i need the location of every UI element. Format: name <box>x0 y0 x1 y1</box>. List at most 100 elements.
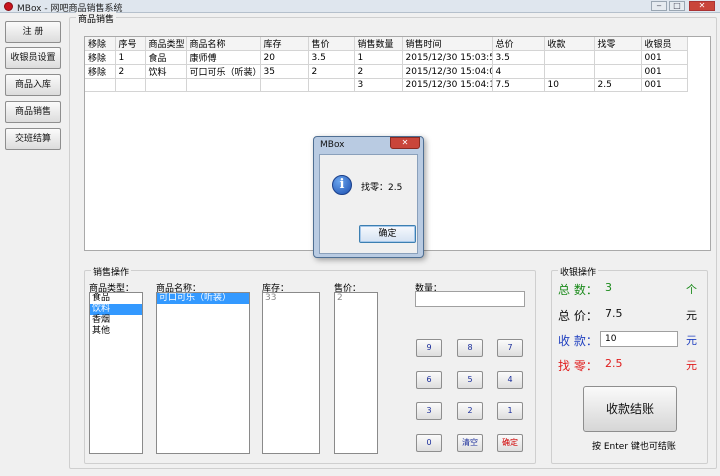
change-unit: 元 <box>686 359 697 372</box>
grid-header-row: 移除 序号 商品类型 商品名称 库存 售价 销售数量 销售时间 总价 收款 找零… <box>85 37 688 51</box>
list-item[interactable]: 食品 <box>90 293 142 304</box>
received-unit: 元 <box>686 334 697 347</box>
checkout-button[interactable]: 收款结账 <box>583 386 677 432</box>
keypad-3-button[interactable]: 3 <box>416 402 442 420</box>
keypad-0-button[interactable]: 0 <box>416 434 442 452</box>
price-value: 2 <box>337 293 343 303</box>
table-cell: 食品 <box>145 50 187 65</box>
stock-value: 33 <box>265 293 277 303</box>
sales-table: 移除 序号 商品类型 商品名称 库存 售价 销售数量 销售时间 总价 收款 找零… <box>85 37 688 92</box>
dialog-title: MBox <box>320 140 345 150</box>
column-header[interactable]: 找零 <box>594 37 642 51</box>
table-cell: 001 <box>641 64 688 79</box>
table-cell: 1 <box>354 50 403 65</box>
table-cell: 3.5 <box>492 50 545 65</box>
sidebar-item-register[interactable]: 注 册 <box>5 21 61 43</box>
received-input[interactable]: 10 <box>600 331 678 347</box>
sidebar-item-shift-settlement[interactable]: 交班结算 <box>5 128 61 150</box>
sidebar-item-sales[interactable]: 商品销售 <box>5 101 61 123</box>
table-cell <box>308 78 355 92</box>
table-cell <box>544 64 595 79</box>
total-count-label: 总 数： <box>558 283 598 297</box>
table-row-summary[interactable]: 3 2015/12/30 15:04:12 7.5 10 2.5 001 <box>85 78 688 92</box>
table-cell: 2015/12/30 15:04:00 <box>402 64 493 79</box>
close-button[interactable]: ✕ <box>689 1 715 11</box>
table-cell <box>85 78 116 92</box>
column-header[interactable]: 收银员 <box>641 37 688 51</box>
confirm-button[interactable]: 确定 <box>497 434 523 452</box>
list-item[interactable]: 香烟 <box>90 315 142 326</box>
quantity-input[interactable] <box>415 291 525 307</box>
app-icon <box>4 2 13 11</box>
total-count-unit: 个 <box>686 283 697 296</box>
table-cell <box>115 78 146 92</box>
table-cell <box>594 64 642 79</box>
column-header[interactable]: 商品类型 <box>145 37 187 51</box>
keypad-1-button[interactable]: 1 <box>497 402 523 420</box>
column-header[interactable]: 商品名称 <box>186 37 261 51</box>
table-cell: 7.5 <box>492 78 545 92</box>
cashier-title: 收银操作 <box>558 265 599 278</box>
column-header[interactable]: 销售数量 <box>354 37 403 51</box>
column-header[interactable]: 总价 <box>492 37 545 51</box>
table-cell: 2 <box>354 64 403 79</box>
dialog-close-button[interactable]: ✕ <box>390 137 420 149</box>
keypad-8-button[interactable]: 8 <box>457 339 483 357</box>
table-cell: 20 <box>260 50 309 65</box>
table-cell: 2.5 <box>594 78 642 92</box>
total-price-label: 总 价： <box>558 309 598 323</box>
column-header[interactable]: 销售时间 <box>402 37 493 51</box>
keypad-5-button[interactable]: 5 <box>457 371 483 389</box>
stock-display: 33 <box>262 292 320 454</box>
checkout-hint: 按 Enter 键也可结账 <box>592 442 676 452</box>
table-cell: 3 <box>354 78 403 92</box>
table-cell <box>186 78 261 92</box>
table-cell: 35 <box>260 64 309 79</box>
table-cell: 1 <box>115 50 146 65</box>
dialog-ok-button[interactable]: 确定 <box>359 225 416 243</box>
minimize-button[interactable]: ‒ <box>651 1 667 11</box>
sidebar-item-stock-in[interactable]: 商品入库 <box>5 74 61 96</box>
type-listbox[interactable]: 食品 饮料 香烟 其他 <box>89 292 143 454</box>
column-header[interactable]: 移除 <box>85 37 116 51</box>
keypad-2-button[interactable]: 2 <box>457 402 483 420</box>
name-listbox[interactable]: 可口可乐（听装） <box>156 292 250 454</box>
maximize-button[interactable]: □ <box>669 1 685 11</box>
remove-link[interactable]: 移除 <box>85 64 116 79</box>
total-price-unit: 元 <box>686 309 697 322</box>
table-cell <box>594 50 642 65</box>
table-cell: 001 <box>641 78 688 92</box>
table-cell: 2 <box>308 64 355 79</box>
change-label: 找 零： <box>558 359 598 373</box>
table-row[interactable]: 移除 2 饮料 可口可乐（听装） 35 2 2 2015/12/30 15:04… <box>85 64 688 79</box>
list-item-selected[interactable]: 饮料 <box>90 304 142 315</box>
table-cell: 4 <box>492 64 545 79</box>
column-header[interactable]: 库存 <box>260 37 309 51</box>
column-header[interactable]: 收款 <box>544 37 595 51</box>
price-display: 2 <box>334 292 378 454</box>
column-header[interactable]: 序号 <box>115 37 146 51</box>
table-cell <box>260 78 309 92</box>
sidebar-item-cashier-settings[interactable]: 收银员设置 <box>5 47 61 69</box>
table-row[interactable]: 移除 1 食品 康师傅 20 3.5 1 2015/12/30 15:03:51… <box>85 50 688 65</box>
change-value: 2.5 <box>605 357 623 370</box>
total-count-value: 3 <box>605 281 612 294</box>
keypad-4-button[interactable]: 4 <box>497 371 523 389</box>
keypad-6-button[interactable]: 6 <box>416 371 442 389</box>
list-item[interactable]: 其他 <box>90 326 142 337</box>
table-cell <box>544 50 595 65</box>
keypad-9-button[interactable]: 9 <box>416 339 442 357</box>
table-cell: 2015/12/30 15:03:51 <box>402 50 493 65</box>
received-label: 收 款： <box>558 334 598 348</box>
remove-link[interactable]: 移除 <box>85 50 116 65</box>
table-cell: 2 <box>115 64 146 79</box>
list-item-selected[interactable]: 可口可乐（听装） <box>157 293 249 304</box>
clear-button[interactable]: 清空 <box>457 434 483 452</box>
table-cell: 康师傅 <box>186 50 261 65</box>
keypad-7-button[interactable]: 7 <box>497 339 523 357</box>
table-cell: 2015/12/30 15:04:12 <box>402 78 493 92</box>
table-cell <box>145 78 187 92</box>
column-header[interactable]: 售价 <box>308 37 355 51</box>
table-cell: 可口可乐（听装） <box>186 64 261 79</box>
sales-group-title: 商品销售 <box>76 12 117 25</box>
